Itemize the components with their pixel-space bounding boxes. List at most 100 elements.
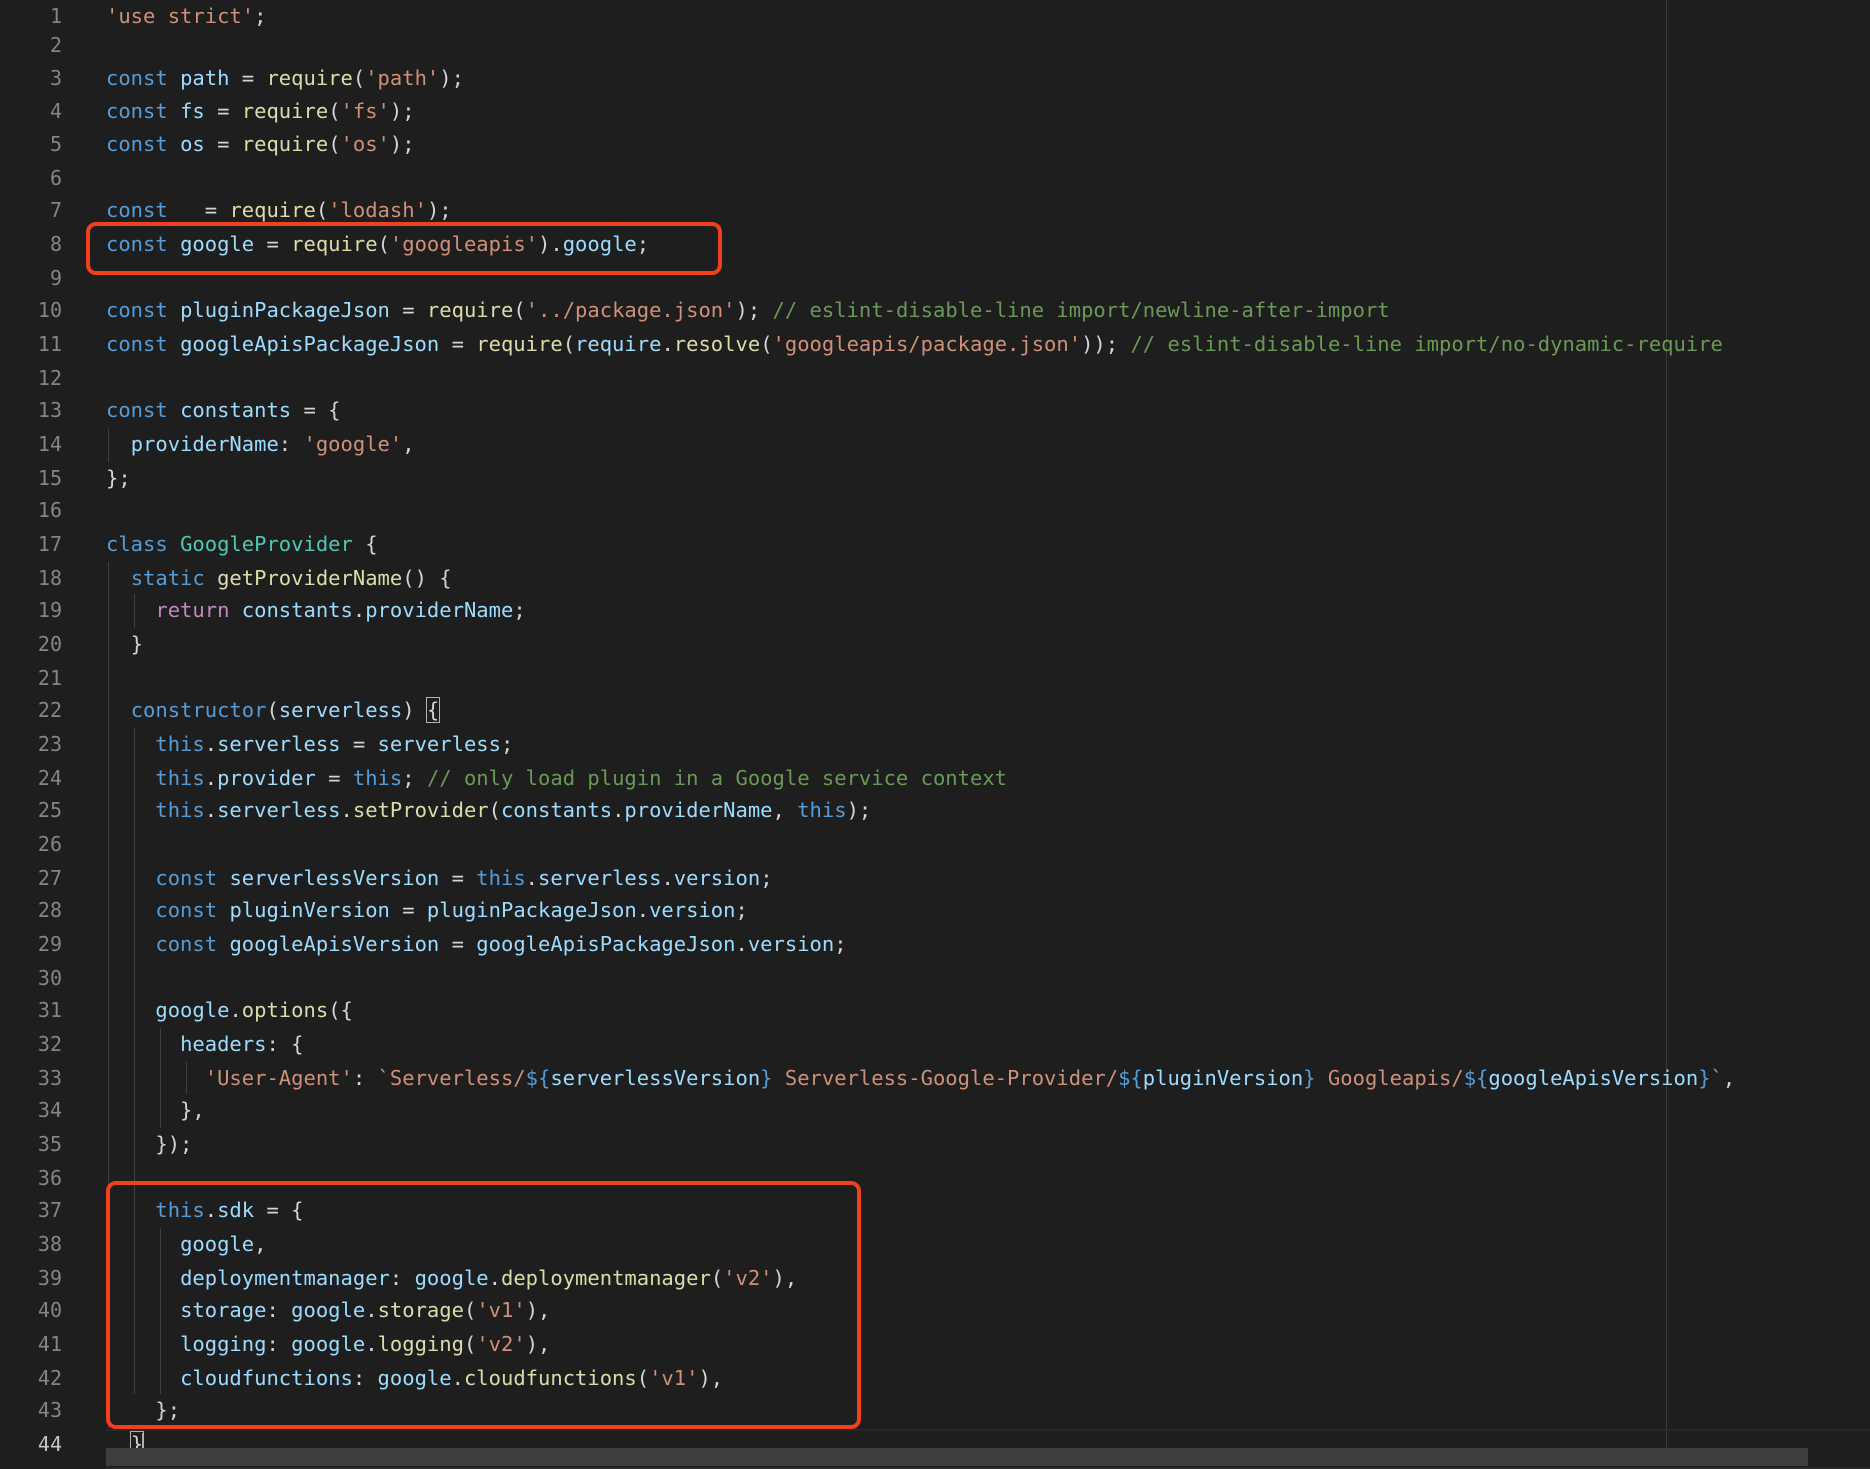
line-number: 16 (37, 498, 62, 522)
line-number: 17 (37, 532, 62, 556)
code-token: version (649, 898, 736, 922)
code-token: 'google' (303, 432, 403, 456)
annotation-box-sdk-block (106, 1181, 861, 1429)
code-token: serverlessVersion (550, 1066, 761, 1090)
code-token: ( (266, 698, 279, 722)
code-token: version (747, 932, 835, 956)
code-token: constants (180, 398, 292, 422)
code-token: googleApisVersion (229, 932, 440, 956)
code-token: setProvider (352, 798, 489, 822)
code-token: const (106, 99, 168, 123)
code-token: . (340, 798, 353, 822)
code-token: this (797, 798, 847, 822)
indent-guide (186, 1062, 187, 1094)
indent-guide (134, 594, 135, 628)
code-token: } (1698, 1066, 1711, 1090)
line-number: 26 (37, 832, 62, 856)
code-line[interactable]: const fs = require('fs'); (106, 95, 415, 128)
code-token: this (155, 732, 205, 756)
line-number: 29 (37, 932, 62, 956)
code-line[interactable]: const os = require('os'); (106, 128, 415, 161)
code-token: resolve (673, 332, 761, 356)
code-token: serverless (217, 732, 341, 756)
code-token: ) (402, 698, 427, 722)
code-token: ({ (328, 998, 353, 1022)
code-line[interactable]: this.serverless.setProvider(constants.pr… (106, 794, 871, 827)
vertical-ruler (1666, 0, 1667, 1466)
code-token: ; (760, 866, 773, 890)
code-token: ); (735, 298, 773, 322)
code-token: options (241, 998, 329, 1022)
code-token: 'path' (365, 66, 440, 90)
line-number: 9 (49, 266, 62, 290)
code-line[interactable]: constructor(serverless) { (106, 694, 441, 727)
line-number: 10 (37, 298, 62, 322)
line-number: 15 (37, 466, 62, 490)
line-number: 4 (49, 99, 62, 123)
code-token: static (130, 566, 205, 590)
line-number: 8 (49, 232, 62, 256)
code-line[interactable]: const constants = { (106, 394, 341, 427)
code-line[interactable]: const serverlessVersion = this.serverles… (106, 862, 773, 895)
code-line[interactable]: const pluginVersion = pluginPackageJson.… (106, 894, 747, 927)
code-token: 'googleapis/package.json' (772, 332, 1082, 356)
code-token: const (106, 132, 168, 156)
code-line[interactable]: const pluginPackageJson = require('../pa… (106, 294, 1390, 327)
line-number: 2 (49, 33, 62, 57)
code-line[interactable]: headers: { (106, 1028, 303, 1061)
line-number: 40 (37, 1298, 62, 1322)
code-line[interactable]: this.serverless = serverless; (106, 728, 513, 761)
code-line[interactable]: const googleApisPackageJson = require(re… (106, 328, 1723, 361)
line-number: 27 (37, 866, 62, 890)
line-number: 25 (37, 798, 62, 822)
code-line[interactable]: this.provider = this; // only load plugi… (106, 762, 1007, 795)
code-line[interactable]: }, (106, 1094, 205, 1127)
code-line[interactable]: const googleApisVersion = googleApisPack… (106, 928, 846, 961)
code-token: serverless (217, 798, 341, 822)
line-number: 44 (37, 1432, 62, 1456)
code-token: this (155, 798, 205, 822)
line-number: 30 (37, 966, 62, 990)
code-line[interactable]: 'use strict'; (106, 0, 266, 33)
code-token: . (204, 732, 218, 756)
code-line[interactable]: providerName: 'google', (106, 428, 415, 461)
code-token: path (180, 66, 230, 90)
line-number: 39 (37, 1266, 62, 1290)
line-number: 37 (37, 1198, 62, 1222)
code-line[interactable]: static getProviderName() { (106, 562, 452, 595)
code-token: 'lodash' (328, 198, 427, 222)
code-token: serverless (377, 732, 501, 756)
code-line[interactable]: }; (106, 462, 131, 495)
code-line[interactable]: google.options({ (106, 994, 353, 1027)
code-token: { (425, 697, 441, 723)
line-number: 11 (37, 332, 62, 356)
code-line[interactable]: return constants.providerName; (106, 594, 525, 627)
code-line[interactable]: }); (106, 1128, 192, 1161)
code-line[interactable]: class GoogleProvider { (106, 528, 378, 561)
code-line[interactable]: const path = require('path'); (106, 62, 464, 95)
line-number: 6 (49, 166, 62, 190)
horizontal-scrollbar[interactable] (106, 1448, 1808, 1466)
code-token: serverless (278, 698, 403, 722)
code-token: ` (1710, 1066, 1723, 1090)
code-line[interactable]: 'User-Agent': `Serverless/${serverlessVe… (106, 1062, 1735, 1095)
code-token: const (155, 898, 218, 922)
indent-guide (160, 1028, 161, 1128)
code-token: ( (352, 66, 366, 90)
code-token: = (315, 766, 353, 790)
code-token: const (155, 866, 218, 890)
code-token: 'use strict' (106, 4, 255, 28)
code-token: // eslint-disable-line import/newline-af… (772, 298, 1390, 322)
code-token: = (204, 99, 242, 123)
code-line[interactable]: } (106, 628, 143, 661)
code-token: os (180, 132, 205, 156)
code-editor[interactable]: 1 2 3 4 5 6 7 8 9 10 11 12 13 14 15 16 17 18 19 20 21 22 23 24 2… (0, 0, 1870, 1469)
